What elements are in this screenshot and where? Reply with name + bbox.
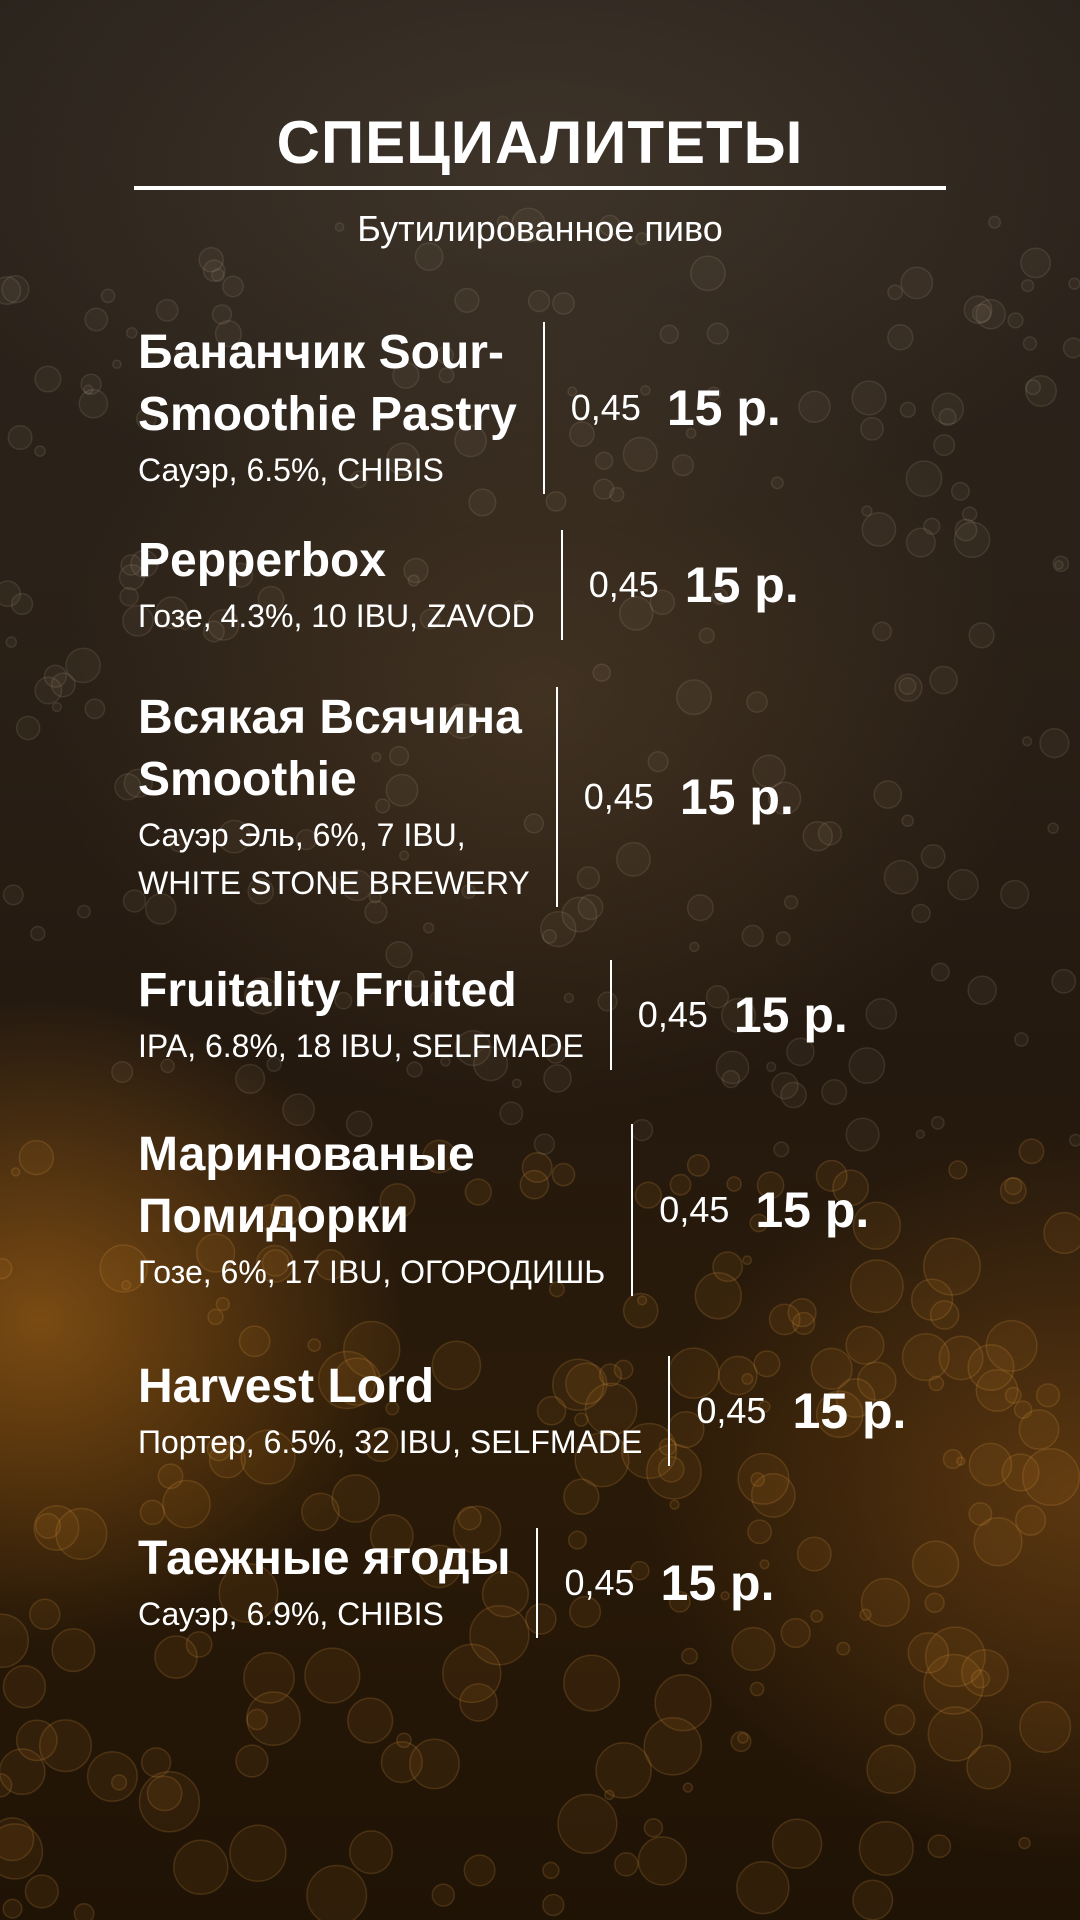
item-name-line: Pepperbox [138,534,387,587]
item-divider [631,1124,634,1296]
item-info: Маринованые Помидорки Гозе, 6%, 17 IBU, … [138,1124,605,1296]
item-name-line: Маринованые [138,1128,475,1181]
item-price: 15 р. [660,1555,775,1611]
page-subtitle: Бутилированное пиво [357,208,723,249]
item-volume: 0,45 [696,1390,767,1431]
item-divider [555,687,558,907]
item-volume: 0,45 [637,994,708,1035]
item-name-line: Fruitality Fruited [138,964,517,1017]
item-info: Harvest Lord Портер, 6.5%, 32 IBU, SELFM… [138,1356,642,1466]
item-name-line: Smoothie Pastry [138,388,517,441]
menu-item: Таежные ягоды Сауэр, 6.9%, CHIBIS 0,45 1… [138,1528,774,1638]
item-description: Сауэр, 6.9%, CHIBIS [138,1596,444,1632]
item-price: 15 р. [684,557,799,613]
title-divider [134,186,946,190]
item-divider [668,1356,671,1466]
item-description: Портер, 6.5%, 32 IBU, SELFMADE [138,1424,643,1460]
item-divider [536,1528,539,1638]
item-name-line: Бананчик Sour- [138,326,504,379]
item-divider [560,530,563,640]
item-price: 15 р. [792,1383,907,1439]
item-description: Гозе, 4.3%, 10 IBU, ZAVOD [138,598,535,634]
item-info: Fruitality Fruited IPA, 6.8%, 18 IBU, SE… [138,960,584,1070]
item-divider [542,322,545,494]
item-volume: 0,45 [570,387,641,428]
item-name-line: Harvest Lord [138,1360,435,1413]
menu-item: Fruitality Fruited IPA, 6.8%, 18 IBU, SE… [138,960,848,1070]
item-divider [609,960,612,1070]
item-description: Сауэр Эль, 6%, 7 IBU, [138,817,466,853]
item-description: Сауэр, 6.5%, CHIBIS [138,452,444,488]
item-name-line: Smoothie [138,753,357,806]
item-name-line: Помидорки [138,1190,409,1243]
menu-item: Pepperbox Гозе, 4.3%, 10 IBU, ZAVOD 0,45… [138,530,799,640]
menu-item: Маринованые Помидорки Гозе, 6%, 17 IBU, … [138,1124,869,1296]
menu-item: Бананчик Sour- Smoothie Pastry Сауэр, 6.… [138,322,781,494]
item-volume: 0,45 [583,776,654,817]
item-name-line: Таежные ягоды [138,1532,511,1585]
item-price: 15 р. [733,987,848,1043]
item-price: 15 р. [755,1182,870,1238]
item-description: Гозе, 6%, 17 IBU, ОГОРОДИШЬ [138,1254,606,1290]
page-title: СПЕЦИАЛИТЕТЫ [276,109,804,176]
item-volume: 0,45 [659,1189,730,1230]
menu-page: СПЕЦИАЛИТЕТЫ Бутилированное пиво Бананчи… [0,0,1080,1920]
item-volume: 0,45 [588,564,659,605]
item-price: 15 р. [679,769,794,825]
item-info: Всякая Всячина Smoothie Сауэр Эль, 6%, 7… [138,687,530,907]
item-info: Таежные ягоды Сауэр, 6.9%, CHIBIS [138,1528,510,1638]
menu-item: Всякая Всячина Smoothie Сауэр Эль, 6%, 7… [138,687,794,907]
menu-item: Harvest Lord Портер, 6.5%, 32 IBU, SELFM… [138,1356,906,1466]
item-info: Pepperbox Гозе, 4.3%, 10 IBU, ZAVOD [138,530,535,640]
item-price: 15 р. [666,380,781,436]
item-description: WHITE STONE BREWERY [138,865,530,901]
item-name-line: Всякая Всячина [138,691,522,744]
item-info: Бананчик Sour- Smoothie Pastry Сауэр, 6.… [138,322,517,494]
item-volume: 0,45 [564,1562,635,1603]
item-description: IPA, 6.8%, 18 IBU, SELFMADE [138,1028,584,1064]
